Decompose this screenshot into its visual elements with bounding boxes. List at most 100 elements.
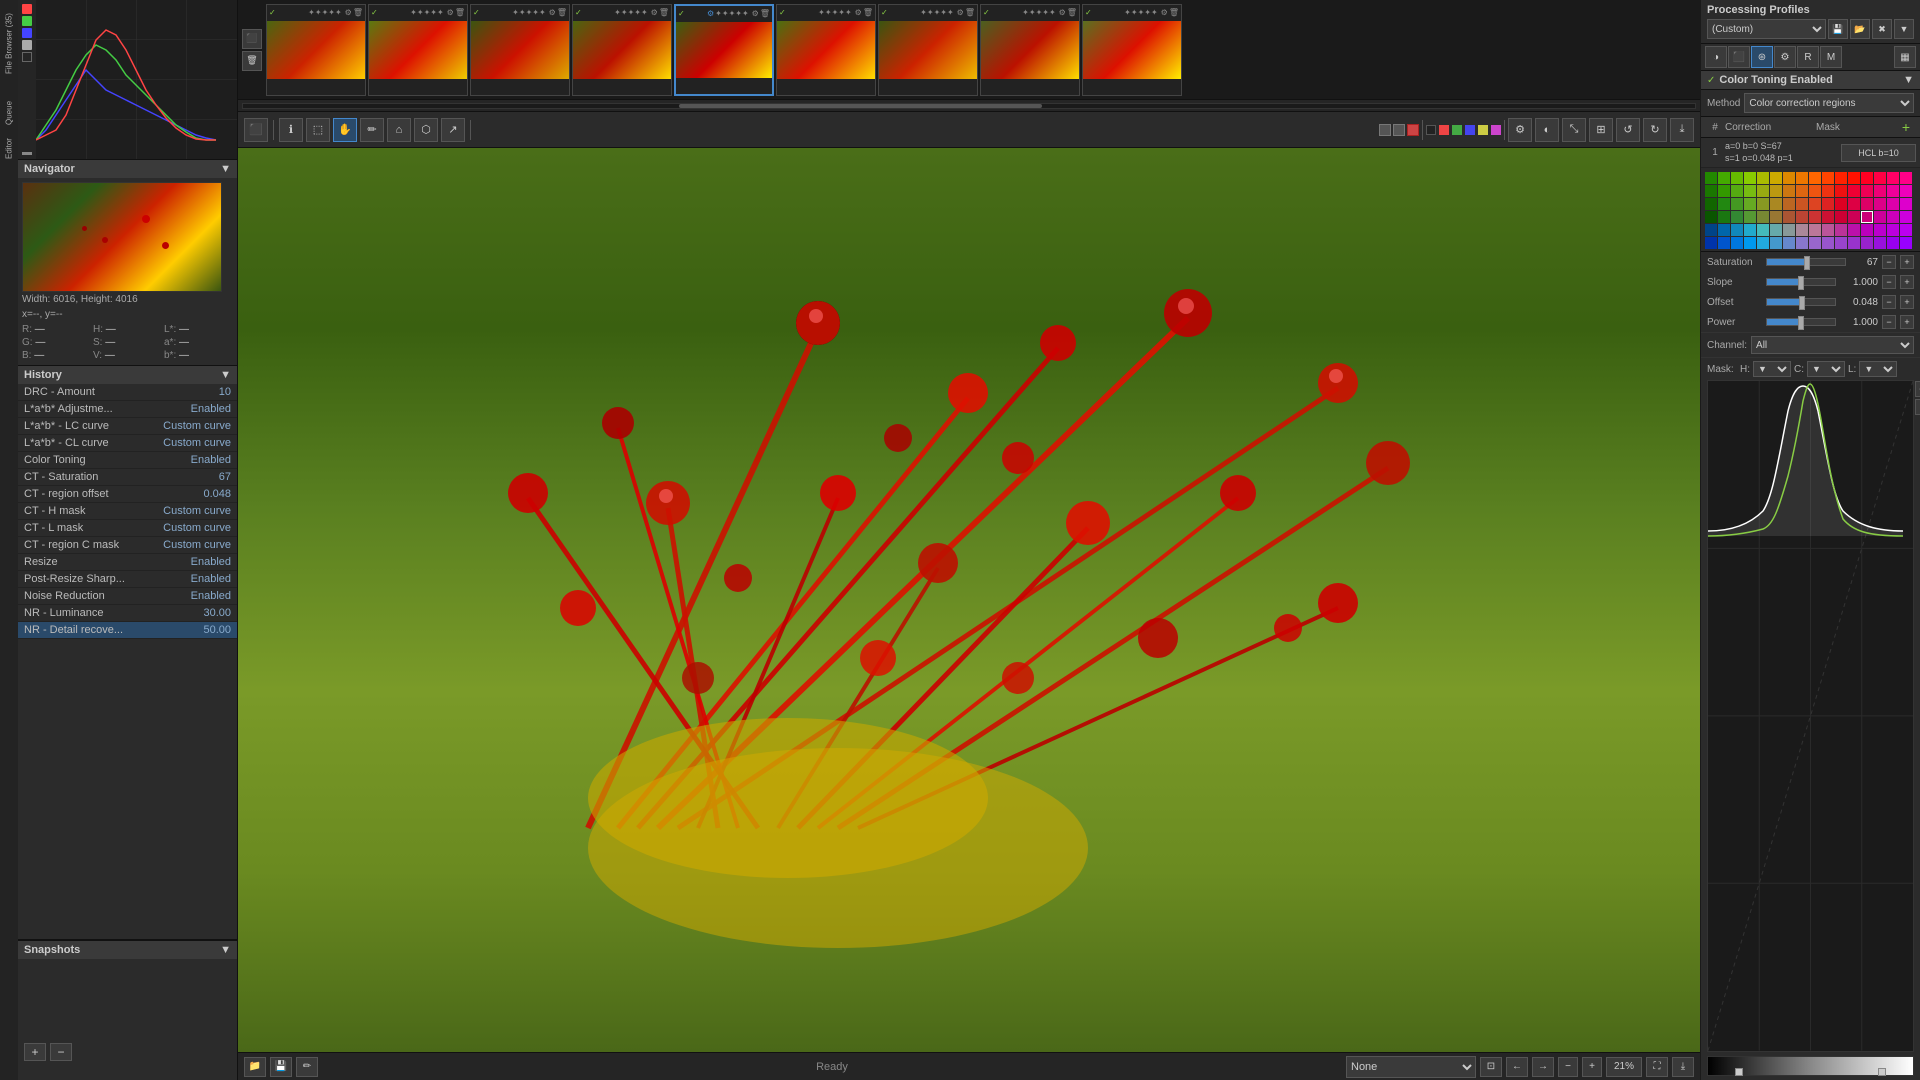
swatch[interactable] [1861,224,1873,236]
swatch[interactable] [1796,185,1808,197]
swatch[interactable] [1731,185,1743,197]
add-correction-button[interactable]: + [1896,119,1916,135]
mask-h-select[interactable]: ▼ [1753,361,1791,377]
profile-load-button[interactable]: 📂 [1850,19,1870,39]
swatch[interactable] [1874,211,1886,223]
transform-tool-button[interactable]: ⬛ [244,118,268,142]
swatch[interactable] [1861,185,1873,197]
swatch[interactable] [1770,237,1782,249]
swatch[interactable] [1848,185,1860,197]
profile-save-button[interactable]: 💾 [1828,19,1848,39]
color-dot-yellow[interactable] [1478,125,1488,135]
filmstrip-tool-icon[interactable]: ⬛ [242,29,262,49]
swatch[interactable] [1809,237,1821,249]
all-channel-indicator[interactable] [22,52,32,62]
swatch[interactable] [1835,185,1847,197]
swatch[interactable] [1796,224,1808,236]
swatch[interactable] [1770,185,1782,197]
history-item-nr-detail[interactable]: NR - Detail recove...50.00 [18,622,237,639]
swatch[interactable] [1705,237,1717,249]
gradient-marker-right[interactable] [1878,1068,1886,1076]
swatch[interactable] [1887,198,1899,210]
profile-more-button[interactable]: ▼ [1894,19,1914,39]
swatch[interactable] [1731,224,1743,236]
zoom-level-button[interactable]: 21% [1606,1057,1642,1077]
swatch[interactable] [1809,185,1821,197]
power-minus-button[interactable]: − [1882,315,1896,329]
processing-profile-select[interactable]: (Custom) [1707,19,1826,39]
saturation-minus-button[interactable]: − [1882,255,1896,269]
swatch[interactable] [1809,198,1821,210]
swatch[interactable] [1783,211,1795,223]
swatch[interactable] [1744,172,1756,184]
view-square-1[interactable] [1379,124,1391,136]
channel-select[interactable]: All [1751,336,1914,354]
swatch[interactable] [1705,211,1717,223]
offset-slider-track[interactable] [1766,298,1836,306]
swatch[interactable] [1718,198,1730,210]
history-item-drc[interactable]: DRC - Amount10 [18,384,237,401]
offset-thumb[interactable] [1799,296,1805,310]
swatch[interactable] [1809,172,1821,184]
zoom-in-button[interactable]: + [1582,1057,1602,1077]
color-tab[interactable]: ⬛ [1728,46,1750,68]
swatch[interactable] [1848,198,1860,210]
history-item-lc[interactable]: L*a*b* - LC curveCustom curve [18,418,237,435]
swatch[interactable] [1822,185,1834,197]
history-item-ct[interactable]: Color ToningEnabled [18,452,237,469]
swatch[interactable] [1835,172,1847,184]
swatch[interactable] [1887,237,1899,249]
swatch[interactable] [1718,224,1730,236]
swatch[interactable] [1809,224,1821,236]
swatch-selected[interactable] [1861,211,1873,223]
swatch[interactable] [1887,172,1899,184]
swatch[interactable] [1783,172,1795,184]
filmstrip-item-1[interactable]: ✓ ✦✦✦✦✦ ⚙ 🗑 [266,4,366,96]
filmstrip-item-4[interactable]: ✓ ✦✦✦✦✦ ⚙ 🗑 [572,4,672,96]
history-item-prs[interactable]: Post-Resize Sharp...Enabled [18,571,237,588]
swatch[interactable] [1835,237,1847,249]
swatch[interactable] [1705,172,1717,184]
swatch[interactable] [1757,211,1769,223]
color-toning-enabled-checkbox[interactable]: ✓ [1707,75,1715,86]
slope-minus-button[interactable]: − [1882,275,1896,289]
swatch[interactable] [1718,172,1730,184]
gradient-marker-left[interactable] [1735,1068,1743,1076]
swatch[interactable] [1900,237,1912,249]
history-item-ct-hmask[interactable]: CT - H maskCustom curve [18,503,237,520]
info-button[interactable]: ℹ [279,118,303,142]
row-mask-input[interactable] [1841,144,1916,162]
filmstrip-item-7[interactable]: ✓ ✦✦✦✦✦ ⚙ 🗑 [878,4,978,96]
swatch[interactable] [1835,198,1847,210]
hand-tool-button[interactable]: ✋ [333,118,357,142]
save-button[interactable]: ⤓ [1670,118,1694,142]
swatch[interactable] [1705,198,1717,210]
swatch[interactable] [1822,198,1834,210]
file-browser-icon[interactable]: File Browser (35) [1,4,17,84]
raw-tab[interactable]: R [1797,46,1819,68]
swatch[interactable] [1705,224,1717,236]
exposure-tab[interactable]: ◑ [1705,46,1727,68]
swatch[interactable] [1757,185,1769,197]
swatch[interactable] [1809,211,1821,223]
filmstrip-item-6[interactable]: ✓ ✦✦✦✦✦ ⚙ 🗑 [776,4,876,96]
color-dot-green[interactable] [1452,125,1462,135]
swatch[interactable] [1731,198,1743,210]
power-plus-button[interactable]: + [1900,315,1914,329]
swatch[interactable] [1848,172,1860,184]
swatch[interactable] [1718,237,1730,249]
swatch[interactable] [1744,224,1756,236]
swatch[interactable] [1887,224,1899,236]
straighten-tool-button[interactable]: ⬡ [414,118,438,142]
swatch[interactable] [1731,172,1743,184]
saturation-plus-button[interactable]: + [1900,255,1914,269]
swatch[interactable] [1770,198,1782,210]
zoom-fit-button[interactable]: ⊡ [1480,1057,1502,1077]
swatch[interactable] [1744,198,1756,210]
remove-snapshot-button[interactable]: − [50,1043,72,1061]
swatch[interactable] [1900,172,1912,184]
fullscreen-button[interactable]: ⛶ [1646,1057,1668,1077]
swatch[interactable] [1796,198,1808,210]
swatch[interactable] [1874,172,1886,184]
swatch[interactable] [1900,224,1912,236]
